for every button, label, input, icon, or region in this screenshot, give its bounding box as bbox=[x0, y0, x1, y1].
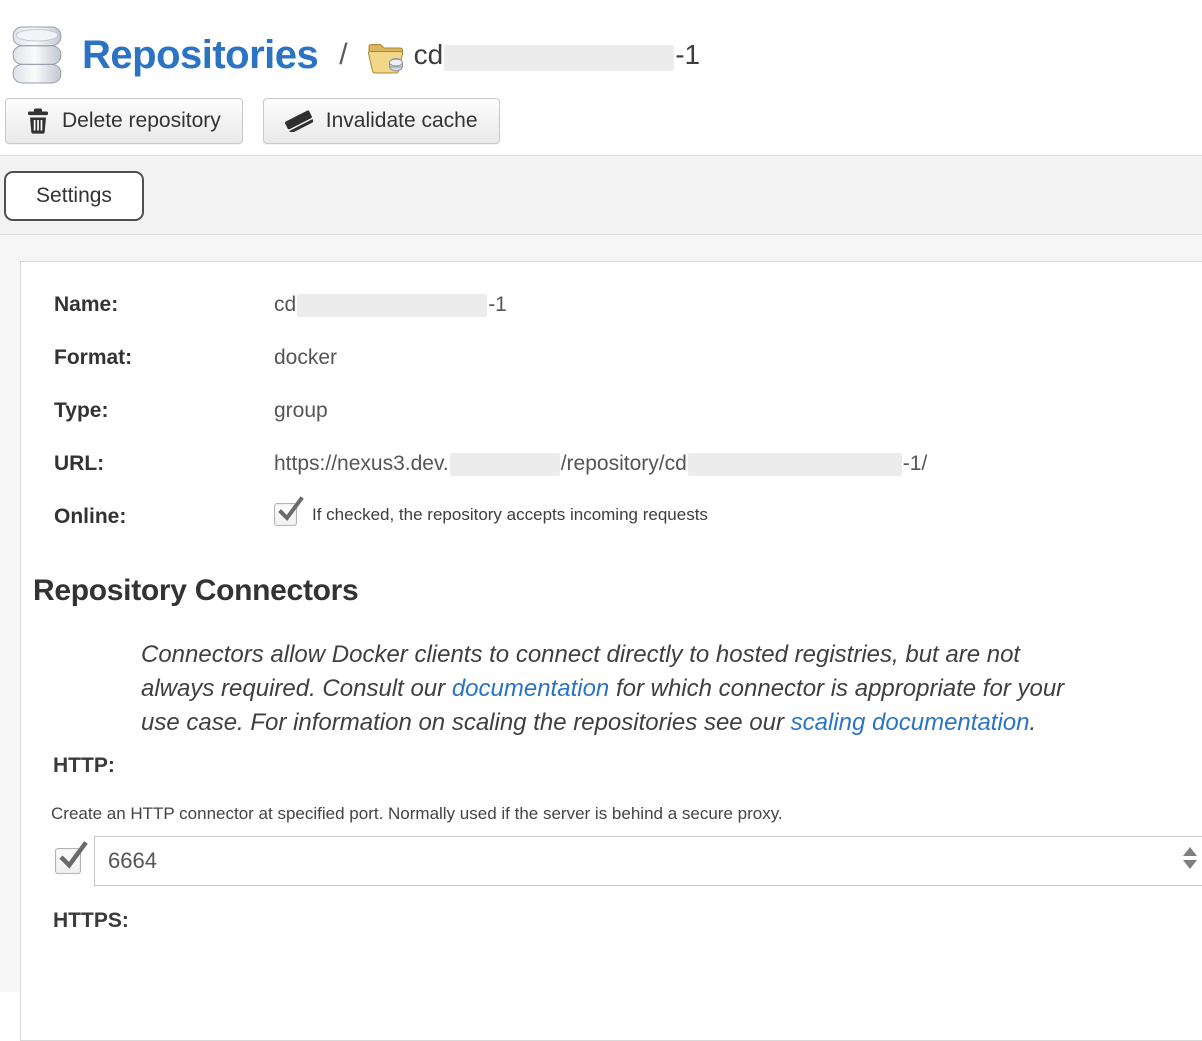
http-enabled-checkbox[interactable] bbox=[55, 848, 81, 874]
online-row: Online: If checked, the repository accep… bbox=[54, 505, 1202, 530]
http-port-row bbox=[55, 836, 1202, 886]
online-help-text: If checked, the repository accepts incom… bbox=[312, 505, 708, 525]
invalidate-cache-button[interactable]: Invalidate cache bbox=[263, 98, 500, 144]
repo-name-prefix: cd bbox=[414, 39, 444, 70]
spinner-up-icon[interactable] bbox=[1183, 847, 1197, 856]
url-part1: https://nexus3.dev. bbox=[274, 452, 449, 475]
url-label: URL: bbox=[54, 452, 274, 476]
tab-settings-label: Settings bbox=[36, 184, 112, 208]
repository-connectors-heading: Repository Connectors bbox=[33, 574, 1202, 608]
breadcrumb-repo-name: cd -1 bbox=[414, 39, 700, 71]
name-row: Name: cd -1 bbox=[54, 293, 1202, 318]
format-value: docker bbox=[274, 346, 337, 370]
type-row: Type: group bbox=[54, 399, 1202, 424]
port-spinner[interactable] bbox=[1183, 847, 1197, 869]
url-value: https://nexus3.dev. /repository/cd -1/ bbox=[274, 452, 927, 476]
tab-settings[interactable]: Settings bbox=[4, 171, 144, 221]
redacted-text bbox=[450, 453, 560, 476]
settings-panel: Name: cd -1 Format: docker Type: group UR… bbox=[20, 261, 1202, 1041]
tab-strip: Settings bbox=[0, 155, 1202, 235]
repositories-database-icon bbox=[10, 26, 64, 84]
checkmark-icon bbox=[277, 497, 303, 525]
format-label: Format: bbox=[54, 346, 274, 370]
page-title[interactable]: Repositories bbox=[82, 33, 318, 78]
name-value-suffix: -1 bbox=[488, 293, 507, 316]
scaling-documentation-link[interactable]: scaling documentation bbox=[791, 709, 1030, 736]
eraser-icon bbox=[285, 110, 313, 132]
repo-name-suffix: -1 bbox=[675, 39, 700, 70]
url-part3: -1/ bbox=[903, 452, 928, 475]
documentation-link[interactable]: documentation bbox=[452, 675, 609, 702]
name-label: Name: bbox=[54, 293, 274, 317]
page-header: Repositories / cd -1 bbox=[0, 0, 1202, 96]
intro-text-3: . bbox=[1030, 709, 1037, 736]
type-label: Type: bbox=[54, 399, 274, 423]
http-port-input[interactable] bbox=[94, 836, 1202, 886]
redacted-text bbox=[297, 294, 487, 317]
delete-repository-label: Delete repository bbox=[62, 109, 221, 133]
http-label: HTTP: bbox=[53, 754, 1202, 778]
repository-summary: Name: cd -1 Format: docker Type: group UR… bbox=[21, 262, 1202, 530]
https-label: HTTPS: bbox=[53, 909, 1202, 933]
redacted-text bbox=[688, 453, 902, 476]
online-checkbox[interactable] bbox=[274, 503, 297, 526]
invalidate-cache-label: Invalidate cache bbox=[326, 109, 478, 133]
delete-repository-button[interactable]: Delete repository bbox=[5, 98, 243, 144]
format-row: Format: docker bbox=[54, 346, 1202, 371]
redacted-text bbox=[444, 45, 674, 71]
connectors-intro-text: Connectors allow Docker clients to conne… bbox=[141, 638, 1099, 740]
breadcrumb-separator: / bbox=[339, 38, 347, 72]
type-value: group bbox=[274, 399, 328, 423]
content-area: Name: cd -1 Format: docker Type: group UR… bbox=[0, 235, 1202, 992]
repository-folder-icon bbox=[367, 40, 405, 74]
checkmark-icon bbox=[58, 842, 87, 873]
trash-icon bbox=[27, 108, 49, 134]
name-value: cd -1 bbox=[274, 293, 507, 317]
url-row: URL: https://nexus3.dev. /repository/cd -1… bbox=[54, 452, 1202, 477]
http-help-text: Create an HTTP connector at specified po… bbox=[51, 804, 1202, 824]
url-part2: /repository/cd bbox=[561, 452, 687, 475]
spinner-down-icon[interactable] bbox=[1183, 860, 1197, 869]
online-label: Online: bbox=[54, 505, 274, 529]
toolbar: Delete repository Invalidate cache bbox=[0, 96, 1202, 144]
name-value-prefix: cd bbox=[274, 293, 296, 316]
